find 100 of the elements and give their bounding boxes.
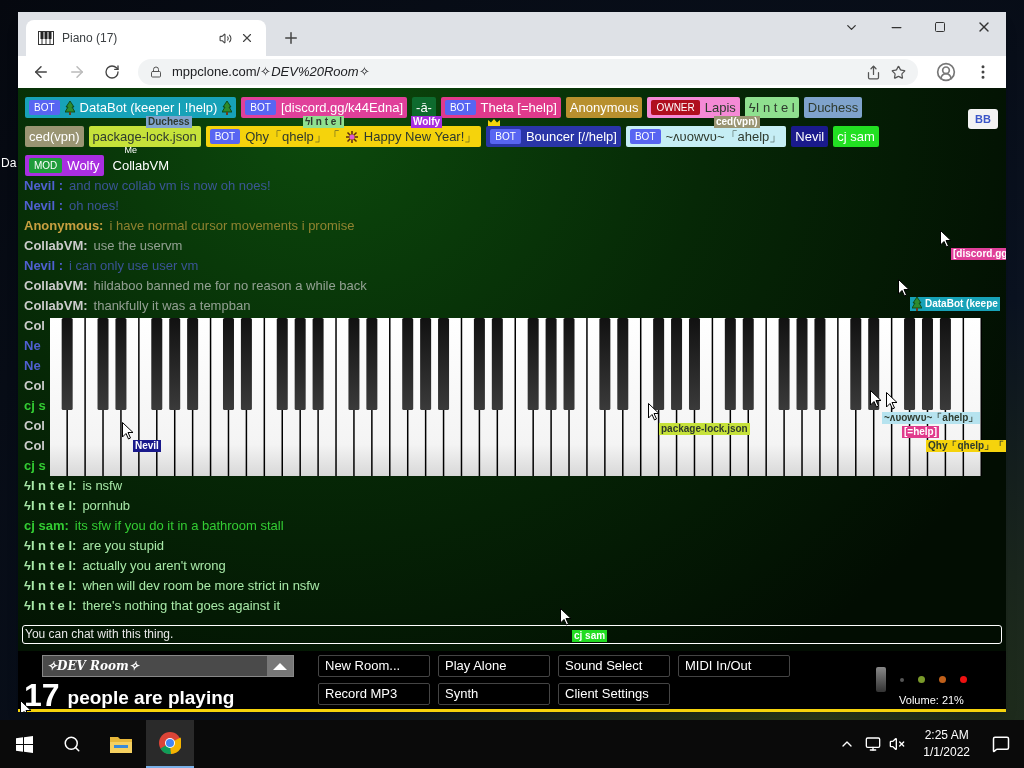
tree-icon xyxy=(222,100,233,115)
search-icon[interactable] xyxy=(63,735,81,753)
role-badge: BOT xyxy=(629,129,661,144)
chat-message: hildaboo banned me for no reason a while back xyxy=(93,277,367,296)
chat-author: Col xyxy=(24,377,45,396)
user-name: Happy New Year!」 xyxy=(363,127,478,146)
room-name: ✧DEV Room✧ xyxy=(46,658,141,675)
chat-author: Col xyxy=(24,437,45,456)
cursor-name-tag: Qhy「qhelp」「 xyxy=(926,440,1006,452)
chat-author: CollabVM: xyxy=(24,297,88,316)
lock-icon xyxy=(150,66,162,78)
speaker-icon[interactable] xyxy=(219,31,232,45)
toolbar-button[interactable]: Sound Select xyxy=(558,655,670,677)
bookmark-icon[interactable] xyxy=(891,64,906,80)
user-chip[interactable]: BOT [discord.gg/k44Edna] xyxy=(241,97,408,118)
user-chip[interactable]: BOT Bouncer [//help] xyxy=(486,126,621,147)
user-name: Lapis xyxy=(704,98,736,117)
user-name: Theta [=help] xyxy=(480,98,557,117)
volume-muted-icon[interactable] xyxy=(889,736,906,752)
user-chip[interactable]: OWNER Lapis xyxy=(647,97,740,118)
notification-icon[interactable] xyxy=(992,735,1010,753)
cursor-name-tag: DataBot (keepe xyxy=(910,297,1000,311)
toolbar-button[interactable]: Record MP3 xyxy=(318,683,430,705)
chat-author: ϟI n t e l: xyxy=(24,477,77,496)
reload-icon[interactable] xyxy=(104,64,120,80)
chat-author: ϟI n t e l: xyxy=(24,557,77,576)
browser-tab[interactable]: Piano (17) xyxy=(26,20,266,56)
role-badge: BOT xyxy=(444,100,476,115)
chat-message: and now collab vm is now oh noes! xyxy=(69,177,271,196)
player-count: 17 xyxy=(24,681,60,709)
role-badge: BOT xyxy=(209,129,241,144)
cursor-name-tag: ϟI n t e l xyxy=(303,116,344,128)
user-chip[interactable]: BOT Qhy「qhelp」「 Happy New Year!」 xyxy=(205,126,482,147)
address-bar[interactable]: mppclone.com/✧DEV%20Room✧ xyxy=(138,59,918,85)
chat-author: ϟI n t e l: xyxy=(24,597,77,616)
chat-message: when will dev room be more strict in nsfw xyxy=(82,577,320,596)
cursor-name-tag: Wolfy xyxy=(411,116,443,128)
volume-knob[interactable] xyxy=(876,667,886,692)
user-name: CollabVM xyxy=(112,156,169,175)
cursor-icon xyxy=(560,608,572,626)
chat-author: Anonymous: xyxy=(24,217,104,236)
share-icon[interactable] xyxy=(866,64,881,80)
me-label: Me xyxy=(124,146,138,155)
user-chip[interactable]: MOD Wolfy xyxy=(25,155,104,176)
role-badge: BOT xyxy=(29,100,60,115)
cursor-icon xyxy=(886,392,898,410)
new-tab-icon[interactable] xyxy=(282,29,300,47)
tree-icon xyxy=(64,100,75,115)
chat-author: ϟI n t e l: xyxy=(24,577,77,596)
chat-author: ϟI n t e l: xyxy=(24,497,77,516)
piano-icon xyxy=(38,31,54,45)
cursor-icon xyxy=(898,279,910,297)
tab-title: Piano (17) xyxy=(62,30,119,47)
player-label: people are playing xyxy=(67,687,235,709)
windows-icon[interactable] xyxy=(15,735,33,753)
chat-message: actually you aren't wrong xyxy=(82,557,226,576)
chrome-taskbar-button[interactable] xyxy=(146,720,194,768)
cursor-name-tag: Duchess xyxy=(146,116,192,128)
toolbar-button[interactable]: Client Settings xyxy=(558,683,670,705)
chat-author: cj sam: xyxy=(24,517,69,536)
toolbar-button[interactable]: New Room... xyxy=(318,655,430,677)
cursor-name-tag: [discord.gg xyxy=(951,248,1006,260)
toolbar-button[interactable]: MIDI In/Out xyxy=(678,655,790,677)
chrome-icon xyxy=(159,732,181,754)
network-icon[interactable] xyxy=(865,736,882,752)
folder-icon[interactable] xyxy=(110,735,132,753)
back-icon[interactable] xyxy=(32,63,50,81)
chat-message: i have normal cursor movements i promise xyxy=(109,217,355,236)
user-chip[interactable]: BOT Theta [=help] xyxy=(440,97,561,118)
room-dropdown[interactable]: ✧DEV Room✧ xyxy=(42,655,294,677)
role-badge: OWNER xyxy=(651,100,700,115)
user-chip[interactable]: BOT ~ᴧᴜᴏᴡᴠᴜ~「ahelp」 xyxy=(625,126,787,147)
user-chip[interactable]: BOT DataBot (keeper | !help) xyxy=(25,97,237,118)
cursor-name-tag: Nevil xyxy=(133,440,161,452)
chat-author: CollabVM: xyxy=(24,237,88,256)
cursor-name-tag: [=help] xyxy=(902,426,940,438)
chat-author: Col xyxy=(24,317,45,336)
clock[interactable]: 2:25 AM 1/1/2022 xyxy=(915,727,978,761)
profile-icon[interactable] xyxy=(936,62,956,82)
user-name: ~ᴧᴜᴏᴡᴠᴜ~「ahelp」 xyxy=(665,127,783,146)
chat-author: CollabVM: xyxy=(24,277,88,296)
chat-message: there's nothing that goes against it xyxy=(82,597,280,616)
maximize-icon[interactable] xyxy=(934,21,946,33)
chat-message: use the uservm xyxy=(93,237,183,256)
role-badge: BOT xyxy=(245,100,276,115)
chat-message: pornhub xyxy=(82,497,131,516)
chat-author: cj s xyxy=(24,457,46,476)
user-name: Wolfy xyxy=(67,156,100,175)
chat-author: cj s xyxy=(24,397,46,416)
toolbar-button[interactable]: Synth xyxy=(438,683,550,705)
cursor-name-tag: ~ᴧᴜᴏᴡᴠᴜ~「ahelp」 xyxy=(882,412,981,424)
role-badge: BOT xyxy=(490,129,521,144)
menu-button[interactable]: BB xyxy=(968,109,998,129)
toolbar-button[interactable]: Play Alone xyxy=(438,655,550,677)
chat-author: Col xyxy=(24,417,45,436)
close-icon[interactable] xyxy=(240,31,254,45)
caret-icon[interactable] xyxy=(267,656,293,676)
chat-author: ϟI n t e l: xyxy=(24,537,77,556)
url-text: mppclone.com/✧DEV%20Room✧ xyxy=(172,63,371,82)
cursor-icon xyxy=(940,230,952,248)
